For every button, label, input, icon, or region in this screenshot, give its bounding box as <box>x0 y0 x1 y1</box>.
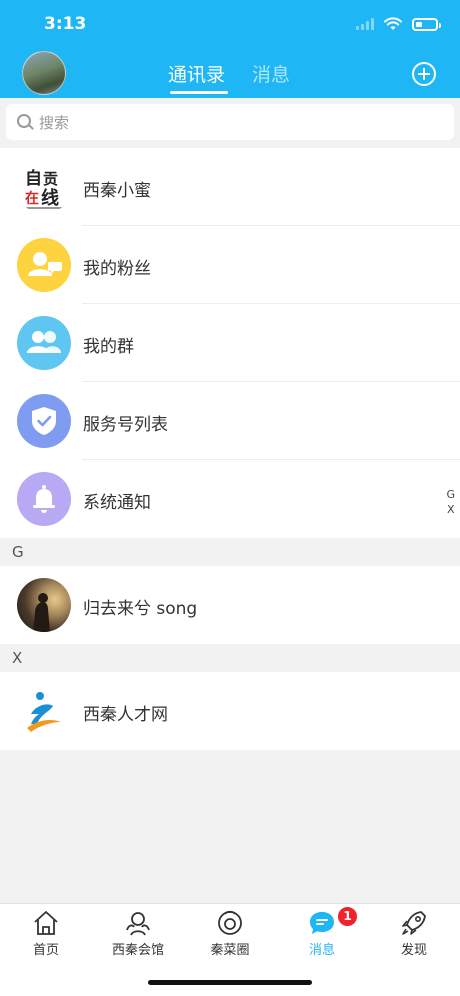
hall-icon <box>123 908 153 938</box>
home-indicator <box>148 980 312 985</box>
contact-name: 归去来兮 song <box>83 599 198 619</box>
zixian-logo: 自 贡 在 线 <box>17 160 71 214</box>
rocket-icon <box>399 908 429 938</box>
list-item-label: 我的群 <box>83 337 134 357</box>
battery-icon <box>412 17 441 31</box>
svg-text:线: 线 <box>41 187 59 209</box>
cellular-signal-icon <box>356 18 374 30</box>
group-icon <box>17 316 71 370</box>
list-item-contact[interactable]: 归去来兮 song <box>0 566 460 644</box>
contact-list: 自 贡 在 线 西秦小蜜 我的粉丝 我的群 服务号列表 系统通知 G 归去来兮 … <box>0 148 460 750</box>
tab-label: 西秦会馆 <box>111 943 164 958</box>
active-tab-indicator <box>170 91 228 94</box>
list-item-service-accounts[interactable]: 服务号列表 <box>0 382 460 460</box>
alphabet-index[interactable]: G X <box>446 487 455 517</box>
svg-text:在: 在 <box>25 190 39 207</box>
tab-xiqin-hall[interactable]: 西秦会馆 <box>92 908 184 958</box>
svg-text:贡: 贡 <box>43 170 58 188</box>
fans-icon <box>17 238 71 292</box>
search-icon <box>17 114 31 128</box>
person-logo <box>17 684 71 738</box>
tab-dish-circle[interactable]: 秦菜圈 <box>184 908 276 958</box>
shield-check-icon <box>17 394 71 448</box>
tab-label: 秦菜圈 <box>210 943 250 958</box>
top-header: 3:13 通讯录 消息 <box>0 0 460 98</box>
dish-icon <box>215 908 245 938</box>
index-letter-g[interactable]: G <box>446 487 455 502</box>
list-item-xiqin-assistant[interactable]: 自 贡 在 线 西秦小蜜 <box>0 148 460 226</box>
tab-label: 消息 <box>308 943 335 958</box>
list-item-label: 系统通知 <box>83 493 151 513</box>
contact-name: 西秦人才网 <box>83 705 168 725</box>
section-header-x: X <box>0 644 460 672</box>
index-letter-x[interactable]: X <box>446 502 455 517</box>
tab-messages[interactable]: 消息 <box>252 60 290 87</box>
photo-avatar <box>17 578 71 632</box>
status-icons <box>356 14 441 34</box>
status-time: 3:13 <box>44 14 87 34</box>
message-icon <box>307 908 337 938</box>
list-item-label: 西秦小蜜 <box>83 181 151 201</box>
search-input[interactable]: 搜索 <box>6 104 454 140</box>
tab-discover[interactable]: 发现 <box>368 908 460 958</box>
list-item-contact[interactable]: 西秦人才网 <box>0 672 460 750</box>
list-item-my-groups[interactable]: 我的群 <box>0 304 460 382</box>
wifi-icon <box>384 17 402 30</box>
tab-home[interactable]: 首页 <box>0 908 92 958</box>
list-item-my-fans[interactable]: 我的粉丝 <box>0 226 460 304</box>
my-avatar[interactable] <box>22 51 66 95</box>
list-item-label: 我的粉丝 <box>83 259 151 279</box>
unread-badge: 1 <box>337 906 358 927</box>
add-icon[interactable] <box>412 62 436 86</box>
search-area: 搜索 <box>0 98 460 148</box>
list-item-system-notifications[interactable]: 系统通知 <box>0 460 460 538</box>
tab-contacts[interactable]: 通讯录 <box>168 60 225 87</box>
list-item-label: 服务号列表 <box>83 415 168 435</box>
home-icon <box>31 908 61 938</box>
tab-label: 首页 <box>32 943 59 958</box>
section-header-g: G <box>0 538 460 566</box>
search-placeholder: 搜索 <box>39 114 70 132</box>
bell-icon <box>17 472 71 526</box>
svg-text:自: 自 <box>25 168 42 189</box>
tab-label: 发现 <box>400 943 427 958</box>
